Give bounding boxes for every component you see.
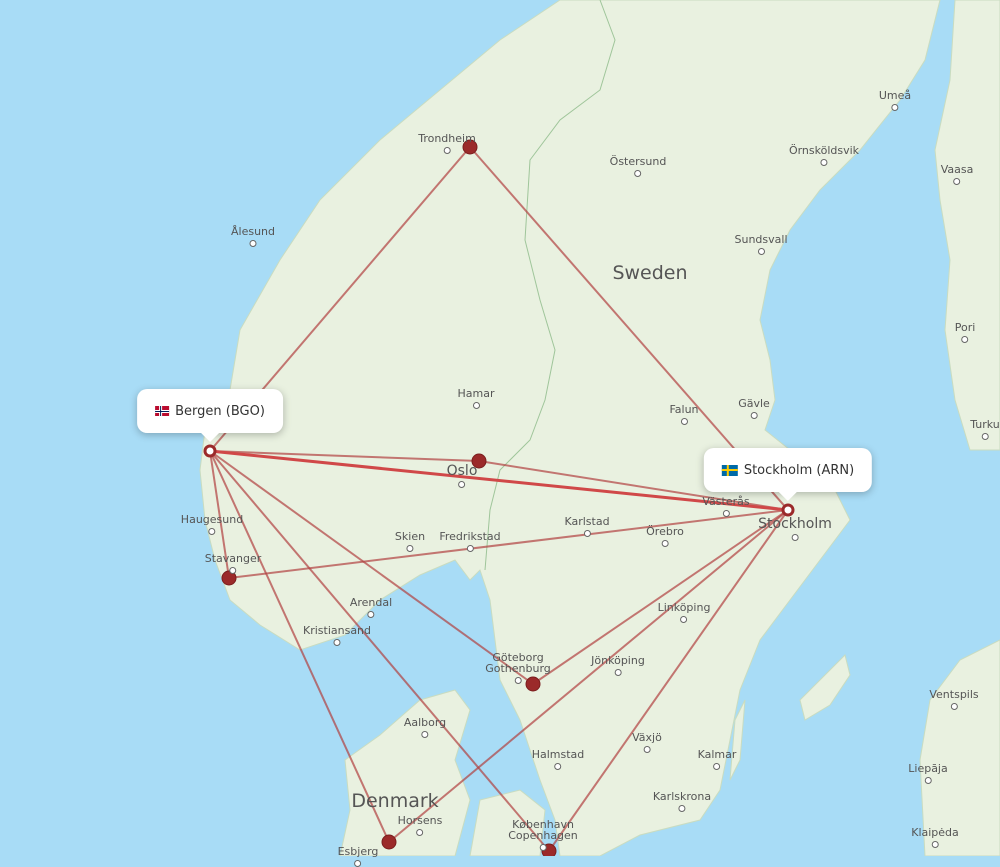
city-dot (820, 159, 828, 166)
scandinavia-land (199, 0, 941, 856)
city-dot (722, 510, 730, 517)
destination-callout[interactable]: Stockholm (ARN) (703, 448, 873, 501)
city-label: Ventspils (929, 688, 979, 710)
city-label: Haugesund (181, 513, 243, 535)
city-dot (354, 860, 362, 867)
city-dot (713, 763, 721, 770)
city-label: Östersund (610, 155, 666, 177)
city-label: Stavanger (205, 552, 261, 574)
city-label: Västerås (702, 495, 750, 517)
city-dot (678, 805, 686, 812)
city-dot (891, 104, 899, 111)
baltic-land (919, 639, 1000, 856)
city-dot (757, 248, 765, 255)
city-dot (472, 402, 480, 409)
city-label: Kalmar (698, 748, 736, 770)
city-dot (421, 731, 429, 738)
city-dot (924, 777, 932, 784)
city-dot (333, 639, 341, 646)
city-dot (981, 433, 989, 440)
sweden-flag-icon (721, 464, 738, 476)
city-label: Gävle (738, 397, 770, 419)
gotland-land (799, 654, 851, 721)
city-dot (680, 616, 688, 623)
city-label: Trondheim (418, 132, 476, 154)
city-label: Halmstad (532, 748, 584, 770)
city-label: Turku (970, 418, 1000, 440)
city-label: Klaipėda (911, 826, 959, 848)
city-label: Sundsvall (734, 233, 788, 255)
city-dot (583, 530, 591, 537)
city-label: Karlstad (564, 515, 610, 537)
city-label: Hamar (458, 387, 495, 409)
origin-label: Bergen (BGO) (175, 403, 265, 419)
city-dot (554, 763, 562, 770)
city-label: Kristiansand (303, 624, 371, 646)
airport-marker[interactable] (381, 834, 397, 850)
city-label: Esbjerg (338, 845, 378, 867)
destination-label: Stockholm (ARN) (743, 462, 855, 478)
city-dot (539, 844, 547, 851)
city-dot (680, 418, 688, 425)
city-dot (953, 178, 961, 185)
city-dot (961, 336, 969, 343)
city-label: Vaasa (941, 163, 973, 185)
city-dot (466, 545, 474, 552)
airport-marker[interactable] (525, 676, 541, 692)
city-label: Karlskrona (653, 790, 711, 812)
city-label: Aalborg (404, 716, 446, 738)
city-dot (458, 481, 466, 488)
city-dot (367, 611, 375, 618)
endpoint-marker[interactable] (781, 503, 795, 517)
city-label: Horsens (398, 814, 442, 836)
city-label: Växjö (632, 731, 662, 753)
norway-flag-icon (155, 406, 170, 416)
city-label: Liepāja (908, 762, 948, 784)
city-label: Copenhagen (508, 829, 578, 851)
city-label: Stockholm (758, 516, 832, 541)
city-label: Arendal (350, 596, 392, 618)
city-dot (614, 669, 622, 676)
city-dot (634, 170, 642, 177)
city-label: Jönköping (591, 654, 645, 676)
city-label: Örnsköldsvik (789, 144, 859, 166)
city-dot (750, 412, 758, 419)
city-dot (791, 534, 799, 541)
city-dot (950, 703, 958, 710)
country-label: Sweden (612, 262, 688, 284)
city-label: Pori (955, 321, 975, 343)
city-dot (643, 746, 651, 753)
finland-land (934, 0, 1000, 451)
city-label: Falun (669, 403, 699, 425)
city-dot (931, 841, 939, 848)
country-label: Denmark (351, 790, 439, 812)
denmark-land (339, 689, 471, 856)
city-label: Oslo (447, 463, 477, 488)
city-label: Linköping (658, 601, 710, 623)
city-label: Fredrikstad (439, 530, 501, 552)
city-dot (661, 540, 669, 547)
city-dot (406, 545, 414, 552)
city-dot (229, 567, 237, 574)
city-label: Skien (395, 530, 425, 552)
city-dot (208, 528, 216, 535)
city-label: Gothenburg (485, 662, 551, 684)
city-dot (443, 147, 451, 154)
endpoint-marker[interactable] (203, 444, 217, 458)
city-label: Umeå (879, 89, 911, 111)
land-layer (199, 0, 1000, 856)
city-dot (416, 829, 424, 836)
city-dot (514, 677, 522, 684)
city-dot (249, 240, 257, 247)
city-label: Örebro (646, 525, 684, 547)
origin-callout[interactable]: Bergen (BGO) (137, 389, 283, 442)
city-label: Ålesund (231, 225, 275, 247)
